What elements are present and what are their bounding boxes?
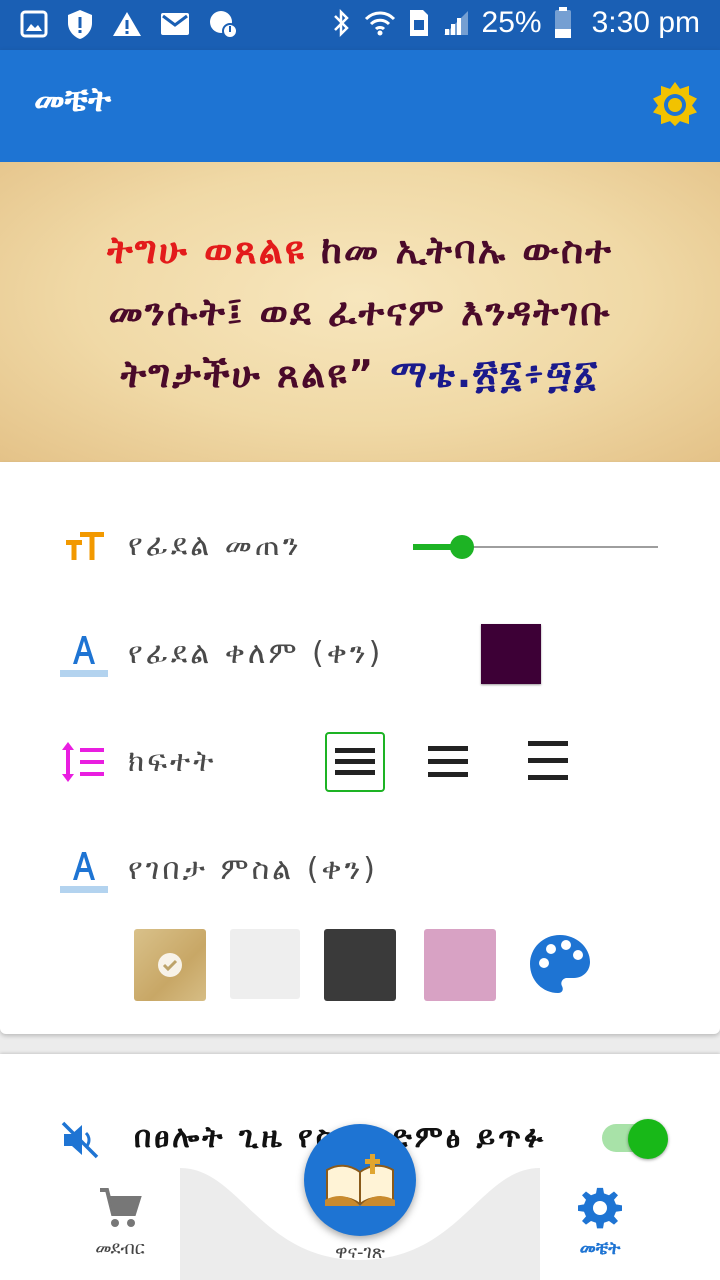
- cart-icon: [100, 1188, 142, 1227]
- font-color-swatch[interactable]: [481, 624, 541, 684]
- sim-icon: [409, 10, 428, 36]
- page-title: መቼት: [34, 80, 112, 120]
- brightness-icon: [653, 81, 697, 127]
- palette-icon[interactable]: [528, 933, 592, 997]
- background-option-light[interactable]: [230, 929, 300, 999]
- line-spacing-label: ክፍተት: [128, 744, 217, 779]
- background-option-parchment[interactable]: [134, 929, 206, 1001]
- bluetooth-icon: [333, 8, 349, 38]
- gallery-icon: [20, 10, 48, 38]
- silent-mode-toggle[interactable]: [628, 1119, 668, 1159]
- gear-icon: [578, 1187, 622, 1229]
- normal-spacing-icon: [428, 746, 468, 777]
- font-size-label: የፊደል መጠን: [128, 528, 302, 563]
- volume-off-icon: [61, 1121, 99, 1159]
- verse-preview: ትግሁ ወጸልዩ ከመ ኢትባኡ ውስተ መንሱት፤ ወደ ፈተናም እንዳትገ…: [0, 162, 720, 462]
- system-icons: 25% 3:30 pm: [332, 6, 700, 40]
- background-color-icon: [60, 852, 108, 893]
- verse-reference: ማቴ.፳፮፥፵፩: [390, 352, 600, 396]
- shield-alert-icon: [68, 10, 92, 39]
- nav-item-store[interactable]: መደብር: [50, 1186, 190, 1259]
- line-spacing-icon: [62, 742, 104, 782]
- nav-label-settings: መቼት: [579, 1238, 621, 1259]
- sync-alert-icon: [210, 11, 238, 39]
- check-circle-icon: [158, 953, 182, 977]
- text-color-icon: [60, 636, 108, 677]
- home-fab-button[interactable]: [304, 1124, 416, 1236]
- background-option-pink[interactable]: [424, 929, 496, 1001]
- spacing-option-wide[interactable]: [518, 732, 578, 792]
- brightness-button[interactable]: [652, 81, 698, 128]
- notification-icons: [20, 8, 238, 40]
- nav-label-store: መደብር: [95, 1238, 145, 1259]
- spacing-option-compact[interactable]: [325, 732, 385, 792]
- compact-spacing-icon: [335, 748, 375, 775]
- signal-icon: [443, 11, 468, 35]
- nav-item-settings[interactable]: መቼት: [530, 1186, 670, 1259]
- display-settings-card: የፊደል መጠን የፊደል ቀለም (ቀን) ክፍተት የገበታ ምስል (ቀን…: [0, 462, 720, 1034]
- email-icon: [161, 13, 189, 35]
- nav-label-home: ዋና-ገጽ: [335, 1242, 385, 1263]
- verse-text: ትግሁ ወጸልዩ ከመ ኢትባኡ ውስተ መንሱት፤ ወደ ፈተናም እንዳትገ…: [60, 219, 660, 405]
- wide-spacing-icon: [528, 741, 568, 780]
- clock: 3:30 pm: [591, 6, 700, 39]
- status-bar: 25% 3:30 pm: [0, 0, 720, 50]
- warning-icon: [113, 12, 141, 36]
- spacing-option-normal[interactable]: [418, 732, 478, 792]
- font-size-slider-thumb[interactable]: [450, 535, 474, 559]
- font-color-label: የፊደል ቀለም (ቀን): [128, 636, 384, 671]
- bible-icon: [325, 1154, 395, 1206]
- battery-percent: 25%: [481, 6, 542, 39]
- verse-highlight: ትግሁ ወጸልዩ: [107, 228, 306, 272]
- text-size-icon: [66, 532, 104, 560]
- battery-icon: [554, 7, 571, 38]
- background-option-dark[interactable]: [324, 929, 396, 1001]
- wifi-icon: [364, 11, 395, 36]
- app-bar: መቼት: [0, 50, 720, 162]
- background-label: የገበታ ምስል (ቀን): [128, 852, 378, 887]
